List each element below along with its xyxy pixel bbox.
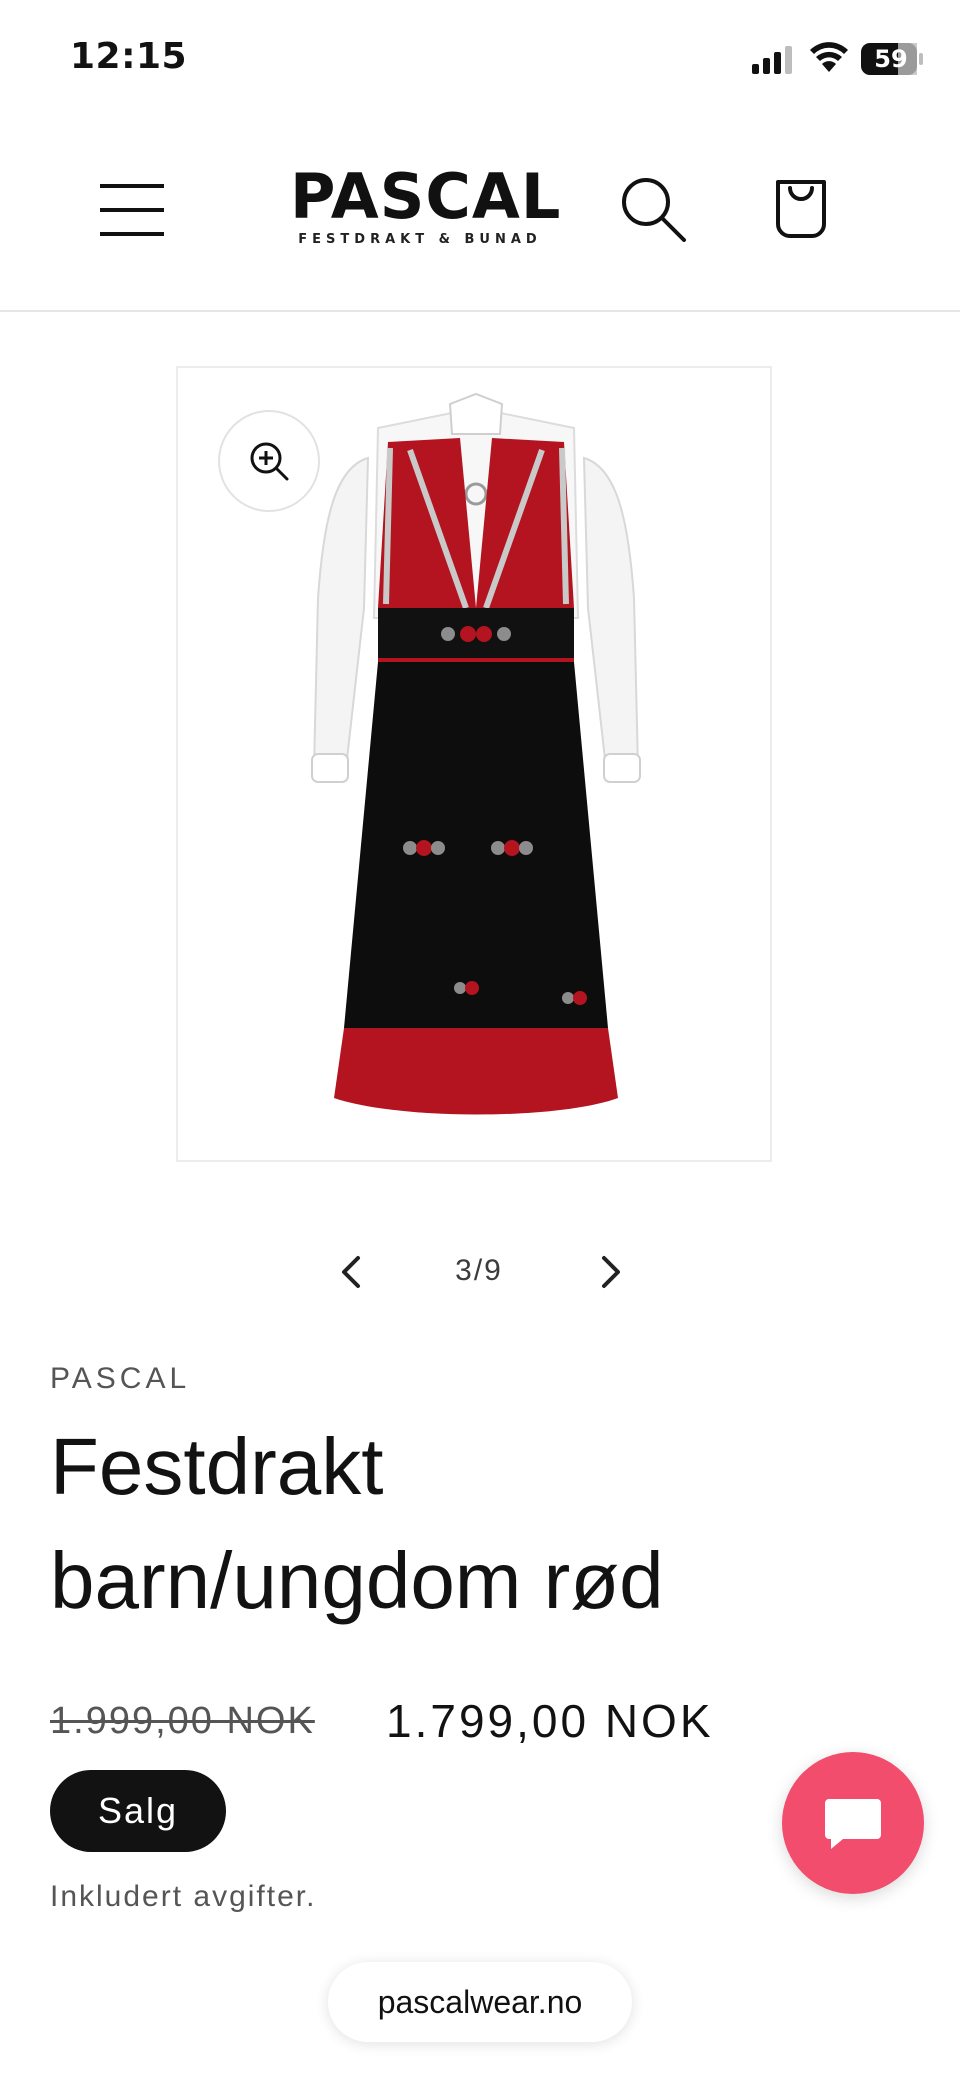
logo[interactable]: PASCAL FESTDRAKT & BUNAD (290, 160, 562, 248)
site-header: PASCAL FESTDRAKT & BUNAD (0, 130, 960, 312)
product-title: Festdrakt barn/ungdom rød (50, 1422, 664, 1625)
zoom-button[interactable] (218, 410, 320, 512)
battery-level: 59 (874, 45, 908, 73)
logo-text: PASCAL (290, 160, 562, 233)
menu-icon[interactable] (100, 180, 166, 240)
wifi-icon (810, 42, 848, 72)
status-time: 12:15 (70, 36, 188, 77)
search-icon[interactable] (618, 174, 688, 244)
product-page: 12:15 59 PASCAL FESTDRAKT & BUNAD 3/9 PA… (0, 0, 960, 2079)
signal-icon (752, 46, 792, 74)
url-bar[interactable]: pascalwear.no (328, 1962, 632, 2042)
product-vendor: PASCAL (50, 1362, 191, 1395)
logo-tagline: FESTDRAKT & BUNAD (298, 232, 542, 247)
cart-icon[interactable] (772, 176, 830, 240)
chat-bubble-icon (825, 1799, 881, 1849)
slider-counter: 3/9 (455, 1254, 503, 1287)
chevron-left-icon[interactable] (334, 1250, 370, 1294)
sale-badge: Salg (50, 1770, 226, 1852)
chevron-right-icon[interactable] (592, 1250, 628, 1294)
tax-note: Inkludert avgifter. (50, 1880, 317, 1913)
price-regular: 1.999,00 NOK (50, 1700, 315, 1742)
chat-button[interactable] (782, 1752, 924, 1894)
price-sale: 1.799,00 NOK (386, 1695, 714, 1747)
zoom-in-icon (250, 442, 289, 481)
